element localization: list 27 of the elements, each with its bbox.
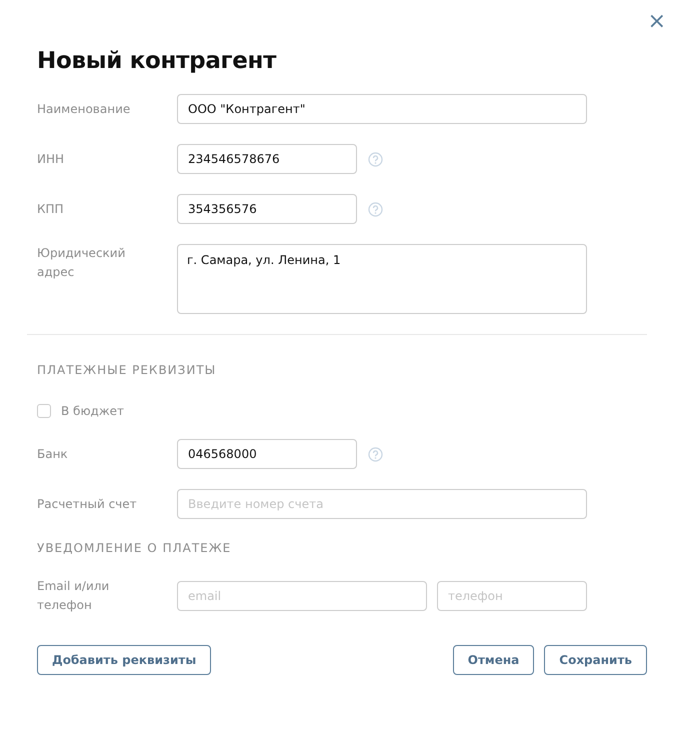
checkbox[interactable] (37, 404, 51, 418)
input-field[interactable]: 354356576 (177, 194, 357, 224)
field-label: Юридический адрес (37, 245, 126, 281)
checkbox-label: В бюджет (61, 404, 124, 418)
field-label: Наименование (37, 100, 132, 118)
section-heading: УВЕДОМЛЕНИЕ О ПЛАТЕЖЕ (37, 541, 232, 555)
field-label: Банк (37, 446, 69, 462)
input-field[interactable]: ООО "Контрагент" (177, 94, 587, 124)
field-label: ИНН (37, 150, 66, 168)
input-field[interactable]: Введите номер счета (177, 489, 587, 519)
add-details-button[interactable]: Добавить реквизиты (37, 645, 212, 675)
help-icon[interactable] (368, 446, 383, 462)
phone-field[interactable]: телефон (437, 581, 587, 611)
field-label: КПП (37, 200, 65, 218)
input-field[interactable]: 046568000 (177, 439, 357, 469)
field-label: Email и/или телефон (37, 578, 110, 614)
help-icon[interactable] (368, 152, 383, 166)
email-field[interactable]: email (177, 581, 427, 611)
section-heading: ПЛАТЕЖНЫЕ РЕКВИЗИТЫ (37, 363, 218, 377)
input-field[interactable]: 234546578676 (177, 144, 357, 174)
help-icon[interactable] (368, 202, 383, 216)
close-button[interactable]: × (646, 10, 668, 34)
field-label: Расчетный счет (37, 496, 138, 512)
address-field[interactable]: г. Самара, ул. Ленина, 1 (177, 244, 587, 314)
dialog-title: Новый контрагент (37, 48, 278, 74)
dialog-button[interactable]: Сохранить (544, 645, 647, 675)
dialog-button[interactable]: Отмена (452, 645, 534, 675)
